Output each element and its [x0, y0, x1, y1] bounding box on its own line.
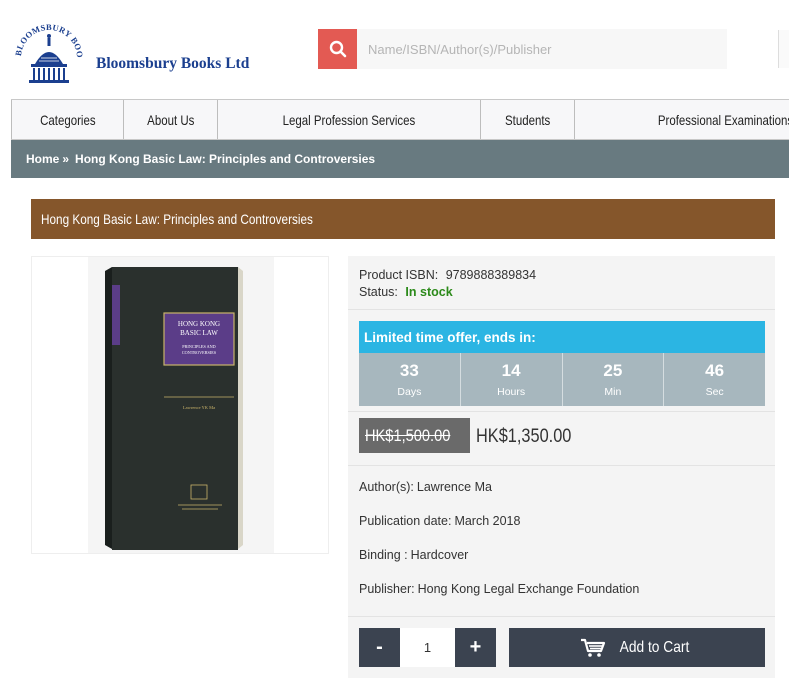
- countdown-hours: 14 Hours: [459, 353, 562, 406]
- countdown-value: 33: [399, 361, 419, 380]
- author-label: Author(s):: [359, 480, 414, 494]
- countdown-days: 33 Days: [359, 353, 460, 406]
- product-title: Hong Kong Basic Law: Principles and Cont…: [41, 211, 313, 227]
- divider: [348, 411, 775, 412]
- countdown-unit: Min: [604, 386, 622, 398]
- original-price: HK$1,500.00: [359, 418, 471, 453]
- book-cover-image: HONG KONG BASIC LAW PRINCIPLES AND CONTR…: [105, 267, 243, 550]
- product-image[interactable]: HONG KONG BASIC LAW PRINCIPLES AND CONTR…: [31, 256, 329, 554]
- divider: [348, 309, 775, 310]
- header-right-edge: [778, 30, 789, 68]
- quantity-decrease-button[interactable]: -: [359, 628, 400, 667]
- countdown-timer: 33 Days 14 Hours 25 Min 46 Sec: [359, 353, 765, 406]
- nav-item-students[interactable]: Students: [480, 100, 574, 139]
- add-to-cart-button[interactable]: Add to Cart: [509, 628, 765, 667]
- countdown-unit: Sec: [705, 386, 724, 398]
- nav-item-label: Legal Profession Services: [282, 111, 416, 128]
- author-row: Author(s): Lawrence Ma: [359, 480, 492, 494]
- nav-item-label: About Us: [146, 111, 195, 128]
- cover-title-line2: BASIC LAW: [180, 329, 218, 337]
- sale-price: HK$1,350.00: [476, 426, 587, 448]
- quantity-increase-button[interactable]: +: [455, 628, 496, 667]
- binding-label: Binding :: [359, 548, 408, 562]
- countdown-unit: Hours: [497, 386, 526, 398]
- publisher-row: Publisher: Hong Kong Legal Exchange Found…: [359, 582, 639, 596]
- cover-subtitle-line2: CONTROVERSIES: [182, 350, 217, 355]
- author-value[interactable]: Lawrence Ma: [417, 480, 492, 494]
- divider: [348, 465, 775, 466]
- nav-item-professional-examinations[interactable]: Professional Examinations: [574, 100, 789, 139]
- logo-seal-graphic: BLOOMSBURY BOOKS LIMITED: [7, 6, 85, 83]
- countdown-seconds: 46 Sec: [663, 353, 765, 406]
- sale-price-text: HK$1,350.00: [476, 426, 572, 447]
- countdown-value: 14: [501, 361, 521, 380]
- breadcrumb-home[interactable]: Home: [26, 152, 59, 166]
- logo-seal[interactable]: BLOOMSBURY BOOKS LIMITED: [7, 6, 87, 90]
- publication-date-value: March 2018: [454, 514, 521, 528]
- divider: [348, 616, 775, 617]
- search-input[interactable]: [357, 29, 727, 69]
- cart-icon: [580, 638, 605, 657]
- isbn-label: Product ISBN:: [359, 268, 439, 282]
- binding-row: Binding : Hardcover: [359, 548, 468, 562]
- cover-title-line1: HONG KONG: [178, 320, 220, 328]
- site-header: BLOOMSBURY BOOKS LIMITED Bloomsbury Book…: [0, 0, 789, 98]
- isbn-row: Product ISBN: 9789888389834: [359, 268, 536, 282]
- publication-date-row: Publication date: March 2018: [359, 514, 520, 528]
- breadcrumb-separator: »: [62, 152, 70, 166]
- nav-item-label: Students: [504, 111, 551, 128]
- publication-date-label: Publication date:: [359, 514, 452, 528]
- logo-name[interactable]: Bloomsbury Books Ltd: [96, 55, 249, 73]
- offer-heading: Limited time offer, ends in:: [359, 321, 765, 353]
- product-title-bar: Hong Kong Basic Law: Principles and Cont…: [31, 199, 775, 239]
- publisher-label: Publisher:: [359, 582, 415, 596]
- binding-value: Hardcover: [410, 548, 469, 562]
- original-price-text: HK$1,500.00: [365, 425, 451, 445]
- nav-item-about-us[interactable]: About Us: [123, 100, 217, 139]
- isbn-value: 9789888389834: [445, 268, 537, 282]
- nav-item-label: Professional Examinations: [657, 111, 789, 128]
- main-nav: Categories About Us Legal Profession Ser…: [11, 99, 789, 140]
- countdown-minutes: 25 Min: [561, 353, 664, 406]
- cover-author: Lawrence YK Ma: [183, 405, 215, 410]
- search-button[interactable]: [318, 29, 357, 69]
- quantity-input[interactable]: [400, 628, 455, 667]
- breadcrumb: Home » Hong Kong Basic Law: Principles a…: [11, 140, 789, 178]
- nav-item-categories[interactable]: Categories: [11, 100, 123, 139]
- status-row: Status: In stock: [359, 285, 453, 299]
- cover-subtitle-line1: PRINCIPLES AND: [182, 344, 215, 349]
- countdown-value: 25: [603, 361, 623, 380]
- countdown-unit: Days: [397, 386, 422, 398]
- nav-item-label: Categories: [39, 111, 96, 128]
- nav-item-legal-profession-services[interactable]: Legal Profession Services: [217, 100, 480, 139]
- publisher-value[interactable]: Hong Kong Legal Exchange Foundation: [418, 582, 640, 596]
- breadcrumb-current: Hong Kong Basic Law: Principles and Cont…: [75, 152, 376, 166]
- countdown-value: 46: [705, 361, 725, 380]
- add-to-cart-label: Add to Cart: [619, 638, 689, 656]
- search-icon: [329, 40, 346, 58]
- status-badge: In stock: [405, 285, 453, 299]
- product-details-panel: Product ISBN: 9789888389834 Status: In s…: [348, 256, 775, 678]
- status-label: Status:: [359, 285, 398, 299]
